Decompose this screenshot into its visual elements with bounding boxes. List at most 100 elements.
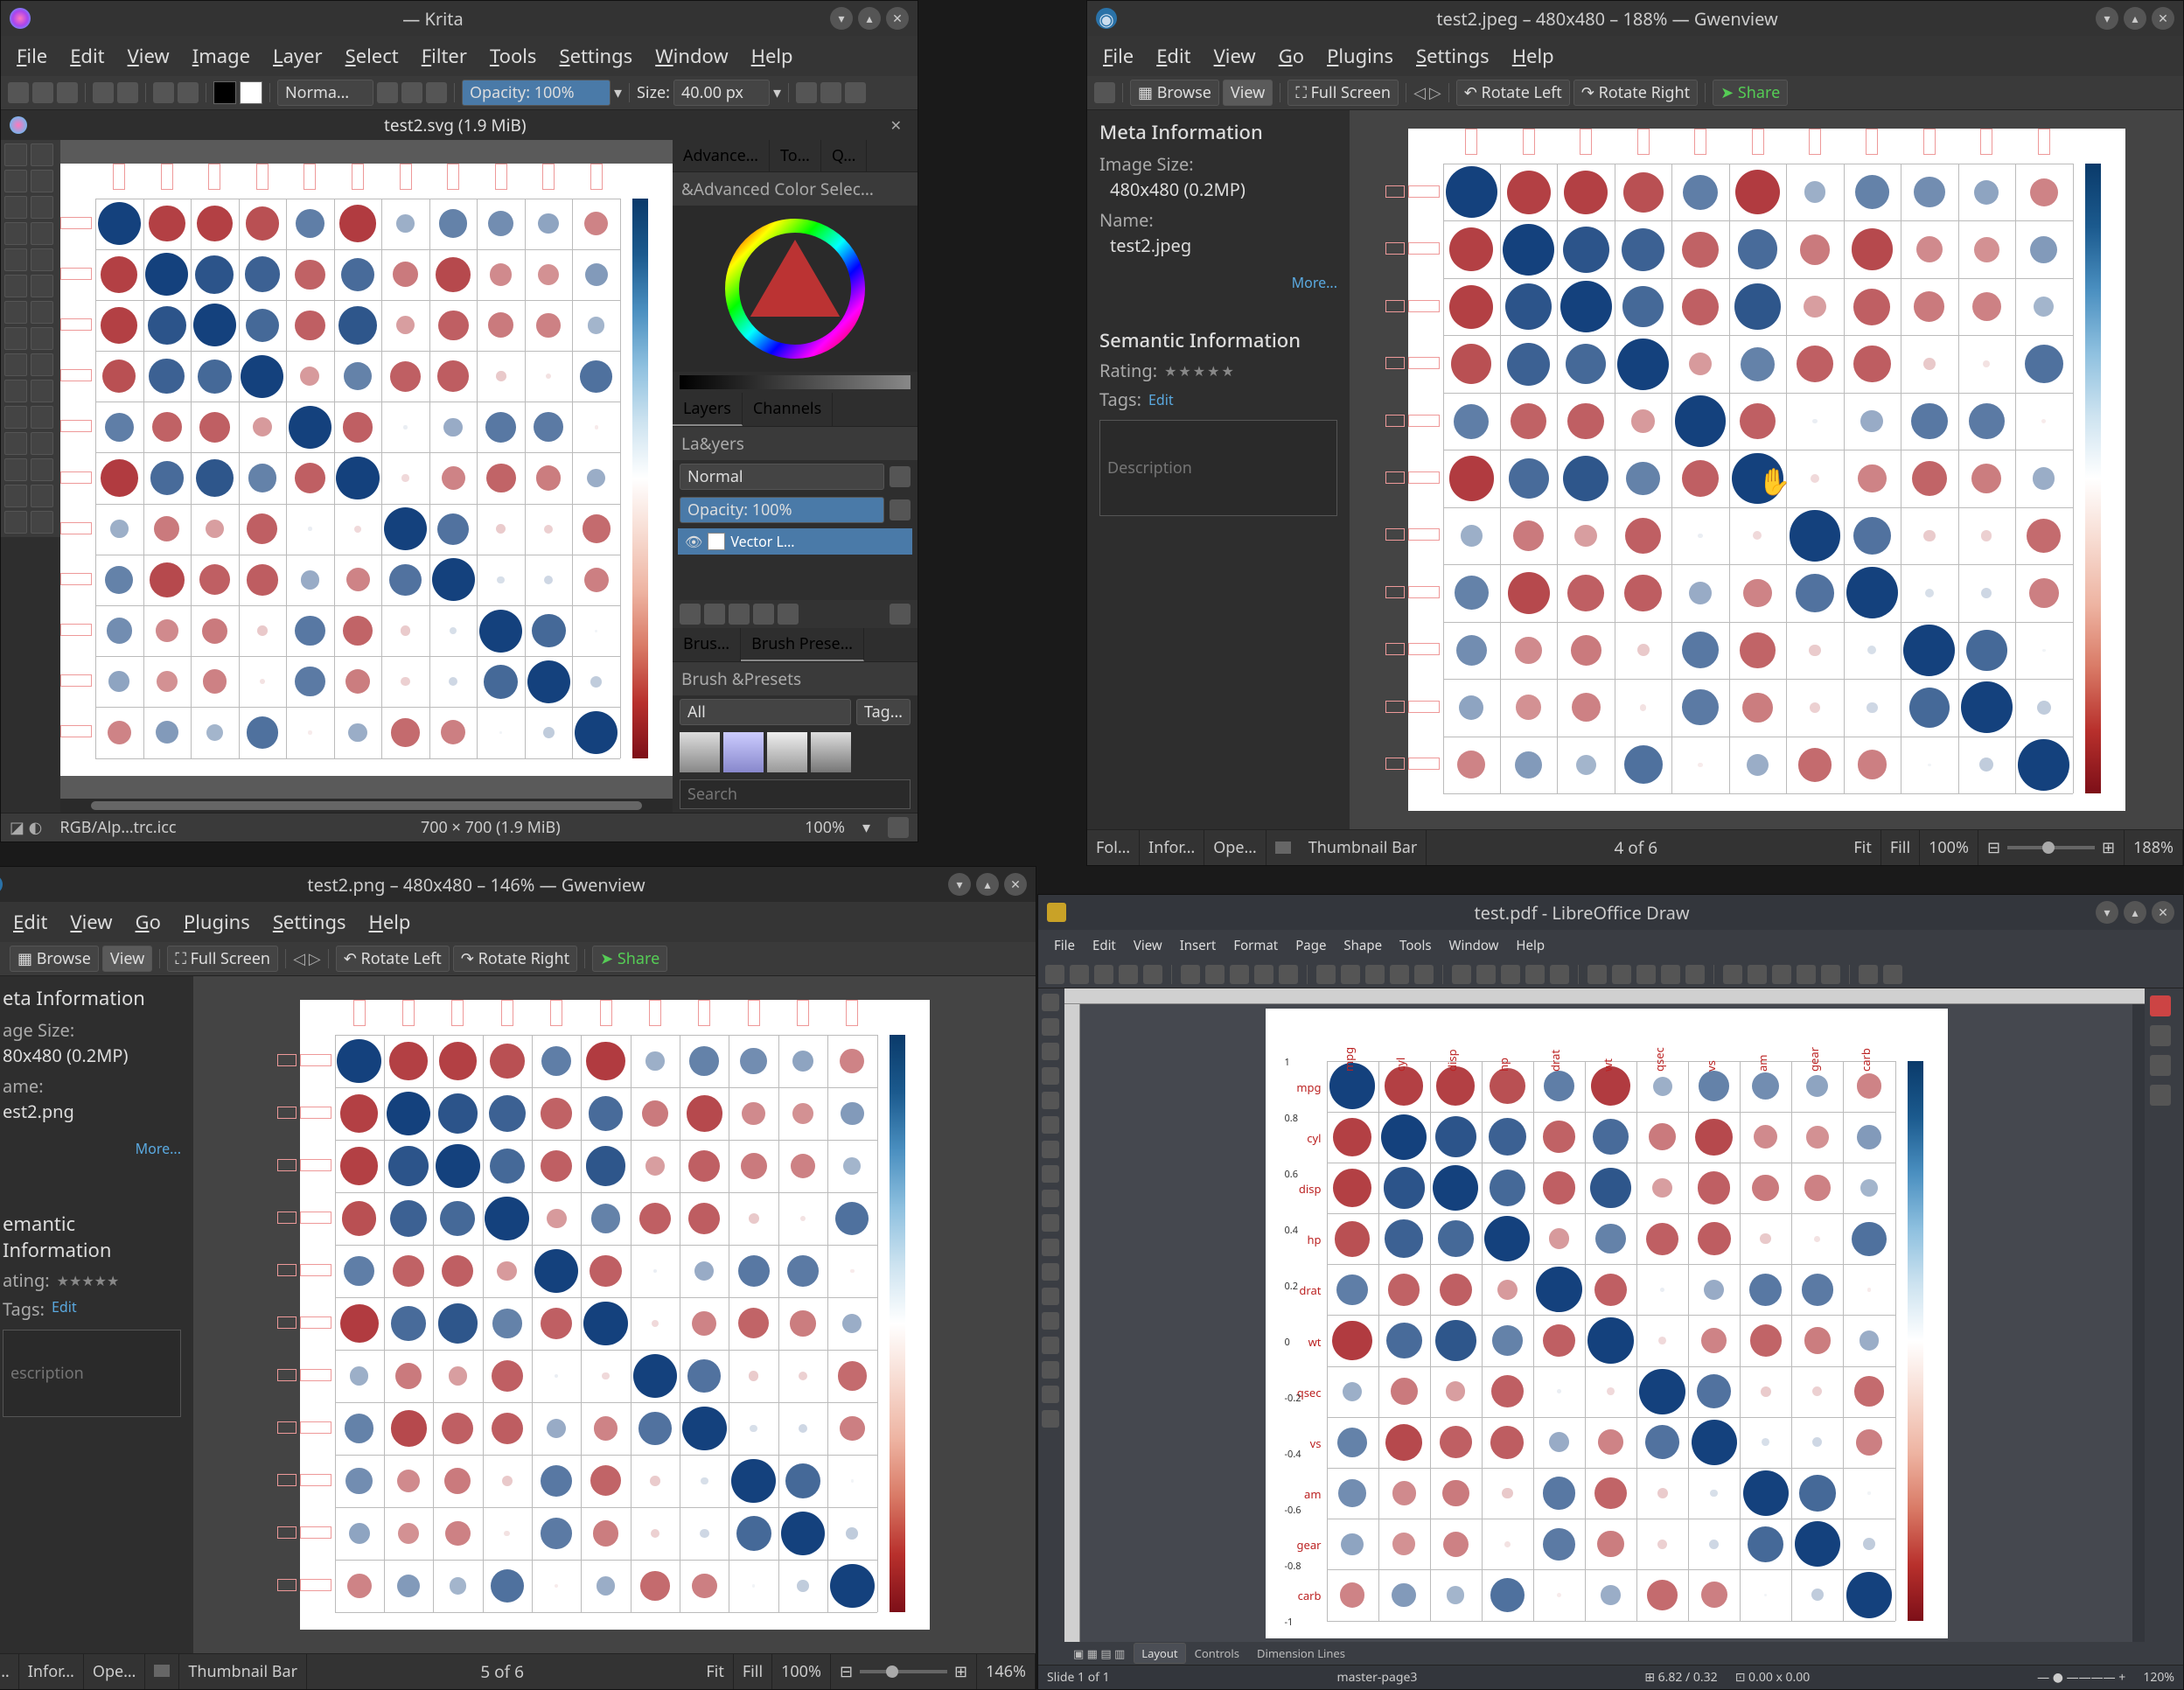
text-tool[interactable] <box>31 143 53 166</box>
toolbar-icon[interactable] <box>1070 965 1089 984</box>
menu-select[interactable]: Select <box>342 41 402 71</box>
browse-button[interactable]: ▦ Browse <box>1130 80 1219 106</box>
document-tab[interactable]: test2.svg (1.9 MiB) <box>384 114 527 136</box>
toolbar-icon[interactable] <box>1205 965 1225 984</box>
up-icon[interactable] <box>753 604 774 625</box>
draw-tool-icon[interactable] <box>1042 1067 1059 1085</box>
h-scrollbar[interactable] <box>60 799 673 813</box>
color-triangle[interactable] <box>673 206 918 372</box>
zoom-slider[interactable]: — ● ———— + <box>2037 1669 2125 1686</box>
maximize-button[interactable]: ▴ <box>2124 901 2146 924</box>
draw-tool-icon[interactable] <box>1042 1018 1059 1036</box>
gwen1-canvas[interactable]: ✋ <box>1350 110 2183 829</box>
menu-filter[interactable]: Filter <box>418 41 471 71</box>
preset-thumb[interactable] <box>680 732 720 772</box>
v-scrollbar[interactable] <box>2132 1004 2145 1642</box>
bezier-select-tool[interactable] <box>31 458 53 481</box>
menu-tools[interactable]: Tools <box>486 41 541 71</box>
save-icon[interactable] <box>57 82 78 103</box>
toolbar-icon[interactable] <box>1883 965 1902 984</box>
rating-stars[interactable]: ★★★★★ <box>1164 361 1236 381</box>
preset-tag[interactable]: Tag… <box>856 699 911 725</box>
toolbar-icon[interactable] <box>1316 965 1336 984</box>
menu-page[interactable]: Page <box>1292 935 1329 956</box>
toolbar-icon[interactable] <box>1797 965 1816 984</box>
toolbar-icon[interactable] <box>1821 965 1840 984</box>
menu-edit[interactable]: Edit <box>1153 41 1194 71</box>
ref-tool[interactable] <box>31 353 53 376</box>
zoom-slider[interactable]: ⊟⊞ <box>831 1654 977 1689</box>
down-icon[interactable] <box>729 604 750 625</box>
toolbar-icon[interactable] <box>1685 965 1705 984</box>
rect-tool[interactable] <box>4 222 27 245</box>
zoom-level[interactable]: 100% <box>805 817 845 838</box>
menu-window[interactable]: Window <box>652 41 731 71</box>
menu-file[interactable]: File <box>13 41 51 71</box>
gwen1-titlebar[interactable]: ◉ test2.jpeg – 480x480 – 188% — Gwenview… <box>1087 1 2183 36</box>
thumbnail-bar-button[interactable]: Thumbnail Bar <box>1300 830 1427 865</box>
menu-image[interactable]: Image <box>189 41 254 71</box>
mirror-h-icon[interactable] <box>796 82 817 103</box>
polyline-tool[interactable] <box>4 248 27 271</box>
toolbar-icon[interactable] <box>1254 965 1273 984</box>
menu-edit[interactable]: Edit <box>1089 935 1120 956</box>
bg-swatch[interactable] <box>240 81 262 104</box>
wrap-icon[interactable] <box>845 82 866 103</box>
crop-tool[interactable] <box>31 170 53 192</box>
polygon-tool[interactable] <box>31 248 53 271</box>
view-button[interactable]: View <box>1223 80 1273 106</box>
draw-tool-icon[interactable] <box>1042 1386 1059 1403</box>
preset-search[interactable] <box>680 779 911 809</box>
toolbar-icon[interactable] <box>1525 965 1545 984</box>
fill-button[interactable]: Fill <box>1881 830 1920 865</box>
description-input[interactable] <box>1099 420 1337 516</box>
zoom-slider[interactable]: ⊟⊞ <box>1978 830 2125 865</box>
opacity-slider[interactable]: Opacity: 100% <box>462 80 611 106</box>
bezier-tool[interactable] <box>4 275 27 297</box>
rotate-left-button[interactable]: ↶ Rotate Left <box>1456 80 1570 106</box>
menu-help[interactable]: Help <box>366 907 415 937</box>
fill-button[interactable]: Fill <box>734 1654 772 1689</box>
toolbar-icon[interactable] <box>1341 965 1360 984</box>
layers-tab[interactable]: Layers <box>673 393 743 426</box>
zoom-tool[interactable] <box>4 485 27 507</box>
quick-tab[interactable]: Q… <box>821 140 868 171</box>
minimize-button[interactable]: ▾ <box>2096 7 2118 30</box>
folders-tab[interactable]: Fol… <box>1087 830 1140 865</box>
close-tab-icon[interactable]: ✕ <box>883 115 909 135</box>
brush-tool[interactable] <box>4 196 27 219</box>
more-link[interactable]: More... <box>136 1139 181 1158</box>
share-button[interactable]: ➤ Share <box>592 946 667 972</box>
gwen2-titlebar[interactable]: test2.png – 480x480 – 146% — Gwenview ▾ … <box>0 867 1036 902</box>
properties-icon[interactable] <box>2150 995 2171 1016</box>
toolbar-icon[interactable] <box>1119 965 1138 984</box>
prev-icon[interactable]: ◁ <box>1413 82 1426 103</box>
similar-select-tool[interactable] <box>31 432 53 455</box>
draw-tool-icon[interactable] <box>1042 1165 1059 1183</box>
menu-help[interactable]: Help <box>1512 935 1548 956</box>
value-slider[interactable] <box>680 375 911 389</box>
size-spinbox[interactable]: 40.00 px <box>673 80 770 106</box>
calligraphy-tool[interactable] <box>31 275 53 297</box>
menu-plugins[interactable]: Plugins <box>180 907 254 937</box>
brush-engine-icon[interactable] <box>377 82 398 103</box>
toolbar-icon[interactable] <box>1365 965 1385 984</box>
toolbar-icon[interactable] <box>1094 965 1113 984</box>
fg-swatch[interactable] <box>213 81 236 104</box>
menu-settings[interactable]: Settings <box>1413 41 1493 71</box>
menu-settings[interactable]: Settings <box>555 41 636 71</box>
dimlines-tab[interactable]: Dimension Lines <box>1248 1645 1354 1661</box>
menu-edit[interactable]: Edit <box>10 907 51 937</box>
toolbar-icon[interactable] <box>1045 965 1064 984</box>
more-link[interactable]: More... <box>1292 273 1337 292</box>
lodraw-titlebar[interactable]: test.pdf - LibreOffice Draw ▾ ▴ ✕ <box>1038 895 2183 930</box>
gwen2-canvas[interactable] <box>193 976 1036 1653</box>
menu-settings[interactable]: Settings <box>269 907 350 937</box>
krita-canvas[interactable] <box>60 140 673 799</box>
toolbar-icon[interactable] <box>1661 965 1680 984</box>
measure-tool[interactable] <box>4 353 27 376</box>
draw-tool-icon[interactable] <box>1042 1337 1059 1354</box>
menu-shape[interactable]: Shape <box>1340 935 1385 956</box>
lock-icon[interactable] <box>890 499 911 520</box>
menu-view[interactable]: View <box>1130 935 1166 956</box>
